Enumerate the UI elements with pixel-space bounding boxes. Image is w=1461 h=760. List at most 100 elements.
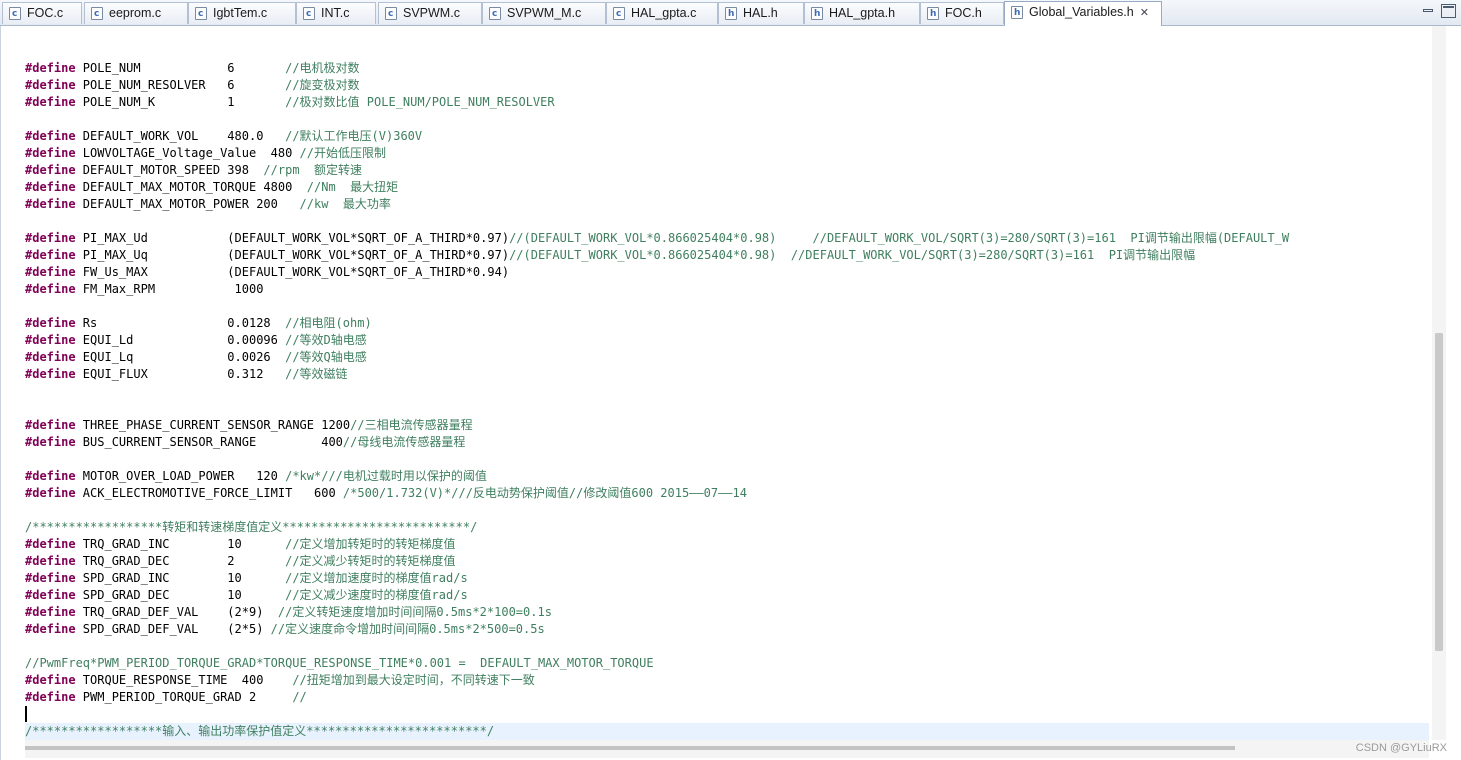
tab-hal-gpta-c[interactable]: HAL_gpta.c: [606, 2, 718, 25]
keyword-token: #define: [25, 469, 76, 483]
code-line[interactable]: [25, 638, 1429, 655]
keyword-token: #define: [25, 333, 76, 347]
code-line[interactable]: #define TRQ_GRAD_DEF_VAL (2*9) //定义转矩速度增…: [25, 604, 1429, 621]
code-line[interactable]: #define MOTOR_OVER_LOAD_POWER 120 /*kw*/…: [25, 468, 1429, 485]
keyword-token: #define: [25, 367, 76, 381]
code-line[interactable]: #define LOWVOLTAGE_Voltage_Value 480 //开…: [25, 145, 1429, 162]
editor-tab-bar: FOC.c eeprom.c IgbtTem.c INT.c SVPWM.c SVPWM_…: [0, 0, 1461, 26]
comment-token: /*kw*///电机过载时用以保护的阈值: [285, 469, 487, 483]
code-token: PWM_PERIOD_TORQUE_GRAD 2: [75, 690, 293, 704]
code-line[interactable]: #define EQUI_FLUX 0.312 //等效磁链: [25, 366, 1429, 383]
horizontal-scrollbar-thumb[interactable]: [25, 746, 1235, 750]
comment-token: //扭矩增加到最大设定时间，不同转速下一致: [292, 673, 535, 687]
code-line[interactable]: #define EQUI_Ld 0.00096 //等效D轴电感: [25, 332, 1429, 349]
code-line[interactable]: #define SPD_GRAD_DEC 10 //定义减少速度时的梯度值rad…: [25, 587, 1429, 604]
tab-hal-gpta-h[interactable]: HAL_gpta.h: [804, 2, 920, 25]
code-token: POLE_NUM_RESOLVER 6: [75, 78, 286, 92]
h-file-icon: [811, 4, 823, 25]
keyword-token: #define: [25, 78, 76, 92]
text-caret: [25, 706, 27, 722]
comment-token: //等效Q轴电感: [285, 350, 367, 364]
code-line[interactable]: /******************转矩和转速梯度值定义***********…: [25, 519, 1429, 536]
code-line[interactable]: #define POLE_NUM 6 //电机极对数: [25, 60, 1429, 77]
code-line[interactable]: #define ACK_ELECTROMOTIVE_FORCE_LIMIT 60…: [25, 485, 1429, 502]
tab-svpwm-m-c[interactable]: SVPWM_M.c: [482, 2, 606, 25]
code-line[interactable]: #define POLE_NUM_RESOLVER 6 //旋变极对数: [25, 77, 1429, 94]
vertical-scrollbar[interactable]: [1432, 26, 1446, 740]
tab-foc-c[interactable]: FOC.c: [2, 2, 82, 25]
comment-token: //极对数比值 POLE_NUM/POLE_NUM_RESOLVER: [285, 95, 555, 109]
c-file-icon: [613, 4, 625, 25]
code-line[interactable]: /******************输入、输出功率保护值定义*********…: [25, 723, 1429, 740]
keyword-token: #define: [25, 690, 76, 704]
code-line[interactable]: #define TORQUE_RESPONSE_TIME 400 //扭矩增加到…: [25, 672, 1429, 689]
code-line[interactable]: [25, 383, 1429, 400]
comment-token: //Nm 最大扭矩: [306, 180, 399, 194]
comment-token: //母线电流传感器量程: [342, 435, 466, 449]
code-token: EQUI_Lq 0.0026: [75, 350, 286, 364]
minimize-icon[interactable]: [1421, 4, 1436, 18]
code-line[interactable]: [25, 213, 1429, 230]
code-line[interactable]: //PwmFreq*PWM_PERIOD_TORQUE_GRAD*TORQUE_…: [25, 655, 1429, 672]
code-line[interactable]: #define SPD_GRAD_INC 10 //定义增加速度时的梯度值rad…: [25, 570, 1429, 587]
keyword-token: #define: [25, 673, 76, 687]
code-line[interactable]: #define DEFAULT_MAX_MOTOR_POWER 200 //kw…: [25, 196, 1429, 213]
code-line[interactable]: #define Rs 0.0128 //相电阻(ohm): [25, 315, 1429, 332]
keyword-token: #define: [25, 316, 76, 330]
code-line[interactable]: #define DEFAULT_MAX_MOTOR_TORQUE 4800 //…: [25, 179, 1429, 196]
keyword-token: #define: [25, 418, 76, 432]
code-line[interactable]: #define SPD_GRAD_DEF_VAL (2*5) //定义速度命令增…: [25, 621, 1429, 638]
keyword-token: #define: [25, 180, 76, 194]
comment-token: //默认工作电压(V)360V: [285, 129, 423, 143]
horizontal-scrollbar[interactable]: [25, 740, 1429, 758]
code-line[interactable]: [25, 502, 1429, 519]
code-line[interactable]: [25, 298, 1429, 315]
code-line[interactable]: #define BUS_CURRENT_SENSOR_RANGE 400//母线…: [25, 434, 1429, 451]
code-token: TRQ_GRAD_DEF_VAL (2*9): [75, 605, 278, 619]
tab-eeprom-c[interactable]: eeprom.c: [84, 2, 188, 25]
code-area[interactable]: #define POLE_NUM 6 //电机极对数 #define POLE_N…: [25, 26, 1429, 741]
tab-svpwm-c[interactable]: SVPWM.c: [378, 2, 482, 25]
code-line[interactable]: #define THREE_PHASE_CURRENT_SENSOR_RANGE…: [25, 417, 1429, 434]
code-line[interactable]: #define POLE_NUM_K 1 //极对数比值 POLE_NUM/PO…: [25, 94, 1429, 111]
tab-hal-h[interactable]: HAL.h: [718, 2, 804, 25]
c-file-icon: [195, 4, 207, 25]
code-line[interactable]: #define DEFAULT_WORK_VOL 480.0 //默认工作电压(…: [25, 128, 1429, 145]
code-token: SPD_GRAD_DEC 10: [75, 588, 286, 602]
comment-token: /******************转矩和转速梯度值定义***********…: [25, 520, 478, 534]
code-token: DEFAULT_MAX_MOTOR_TORQUE 4800: [75, 180, 307, 194]
code-line[interactable]: [25, 451, 1429, 468]
code-line[interactable]: [25, 706, 1429, 723]
tab-igbttem-c[interactable]: IgbtTem.c: [188, 2, 296, 25]
code-token: LOWVOLTAGE_Voltage_Value 480: [75, 146, 300, 160]
tab-int-c[interactable]: INT.c: [296, 2, 376, 25]
code-line[interactable]: #define TRQ_GRAD_INC 10 //定义增加转矩时的转矩梯度值: [25, 536, 1429, 553]
tab-global-variables-h[interactable]: Global_Variables.h ✕: [1004, 1, 1162, 26]
tab-label: HAL_gpta.h: [829, 6, 896, 20]
c-file-icon: [489, 4, 501, 25]
maximize-icon[interactable]: [1441, 4, 1456, 18]
code-line[interactable]: #define DEFAULT_MOTOR_SPEED 398 //rpm 额定…: [25, 162, 1429, 179]
code-editor[interactable]: #define POLE_NUM 6 //电机极对数 #define POLE_N…: [0, 26, 1461, 760]
comment-token: /******************输入、输出功率保护值定义*********…: [25, 724, 495, 738]
code-line[interactable]: #define EQUI_Lq 0.0026 //等效Q轴电感: [25, 349, 1429, 366]
code-line[interactable]: #define FM_Max_RPM 1000: [25, 281, 1429, 298]
tab-foc-h[interactable]: FOC.h: [920, 2, 1004, 25]
comment-token: //rpm 额定转速: [263, 163, 362, 177]
code-line[interactable]: #define PWM_PERIOD_TORQUE_GRAD 2 //: [25, 689, 1429, 706]
comment-token: //开始低压限制: [299, 146, 386, 160]
close-tab-icon[interactable]: ✕: [1140, 3, 1149, 24]
comment-token: //: [292, 690, 307, 704]
code-line[interactable]: #define TRQ_GRAD_DEC 2 //定义减少转矩时的转矩梯度值: [25, 553, 1429, 570]
code-line[interactable]: #define FW_Us_MAX (DEFAULT_WORK_VOL*SQRT…: [25, 264, 1429, 281]
vertical-scrollbar-thumb[interactable]: [1435, 333, 1443, 651]
code-line[interactable]: [25, 111, 1429, 128]
keyword-token: #define: [25, 571, 76, 585]
tab-label: SVPWM.c: [403, 6, 460, 20]
c-file-icon: [9, 4, 21, 25]
tab-label: FOC.h: [945, 6, 982, 20]
code-line[interactable]: #define PI_MAX_Ud (DEFAULT_WORK_VOL*SQRT…: [25, 230, 1429, 247]
tab-label: Global_Variables.h: [1029, 5, 1134, 19]
code-line[interactable]: [25, 400, 1429, 417]
code-line[interactable]: #define PI_MAX_Uq (DEFAULT_WORK_VOL*SQRT…: [25, 247, 1429, 264]
